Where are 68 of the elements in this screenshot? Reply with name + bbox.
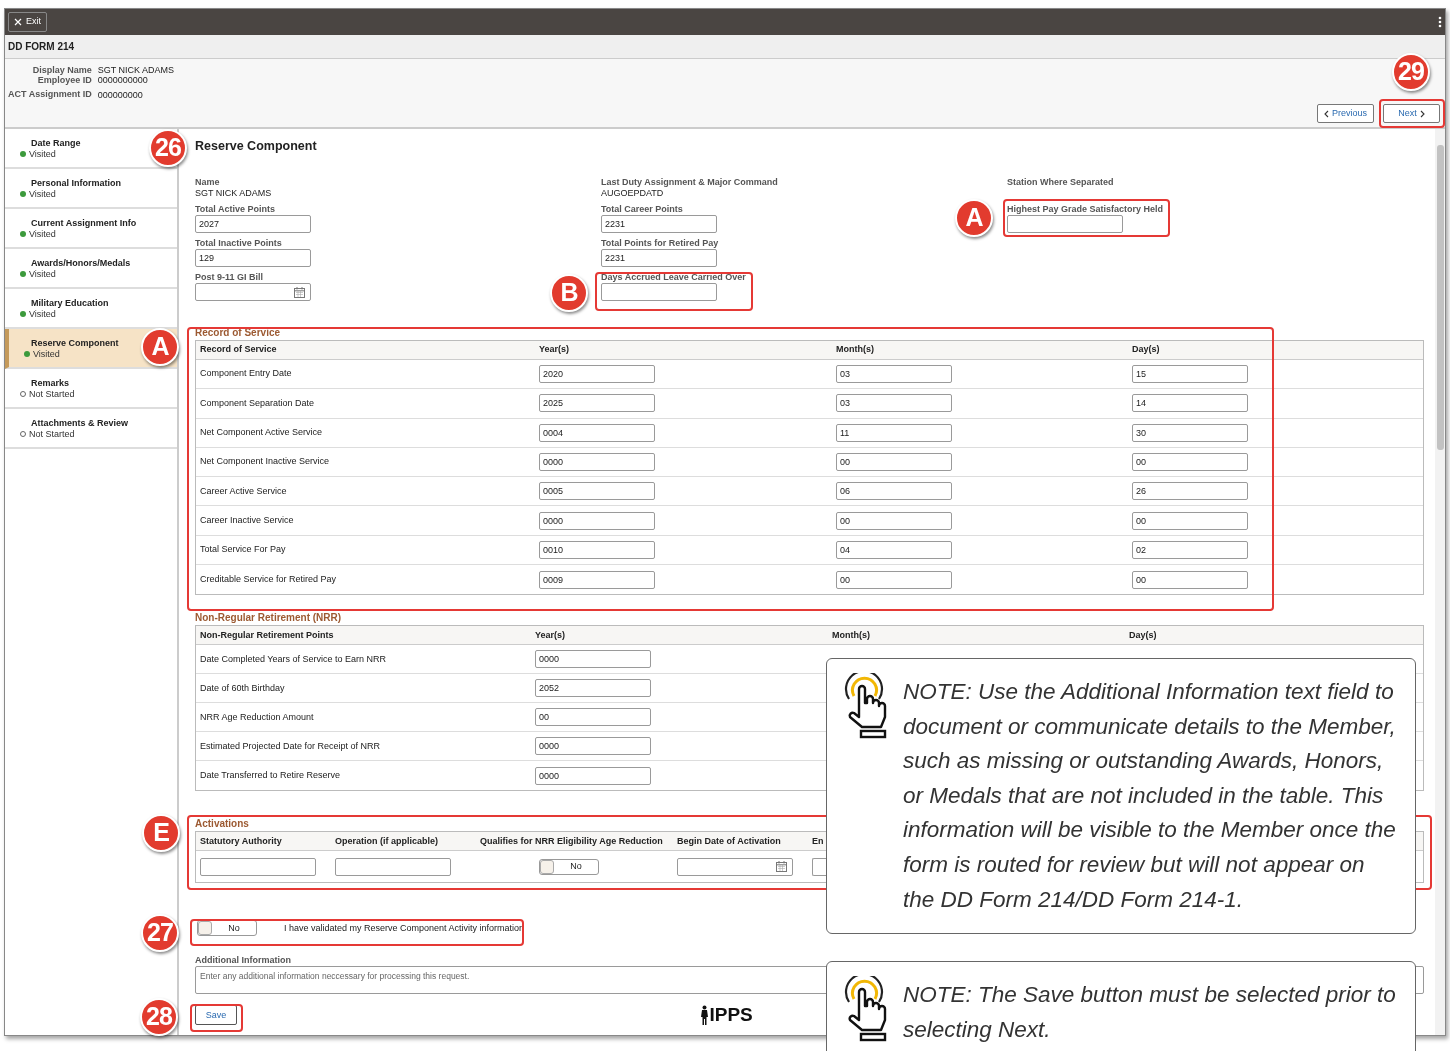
field-label: Total Inactive Points xyxy=(195,238,283,249)
row-label: Date Completed Years of Service to Earn NRR xyxy=(200,652,388,666)
row-label: Net Component Active Service xyxy=(200,426,324,439)
column-header: Month(s) xyxy=(836,343,875,357)
field-label: Days Accrued Leave Carried Over xyxy=(601,272,747,283)
row-label: NRR Age Reduction Amount xyxy=(200,710,315,724)
sidebar-item-title: Current Assignment Info xyxy=(31,217,137,229)
row-label: Net Component Inactive Service xyxy=(200,455,331,469)
column-header: Year(s) xyxy=(539,343,571,357)
sidebar-item-title: Military Education xyxy=(31,297,109,309)
status-text: Visited xyxy=(29,268,56,279)
employee-value: 000000000 xyxy=(97,90,144,100)
section-heading: Activations xyxy=(195,818,249,831)
row-label: Date Transferred to Retire Reserve xyxy=(200,769,342,783)
row-label: Date of 60th Birthday xyxy=(200,681,286,695)
status-text: Not Started xyxy=(29,428,75,439)
employee-value: SGT NICK ADAMS xyxy=(97,65,175,75)
column-header: Begin Date of Activation xyxy=(677,834,781,848)
column-header: Day(s) xyxy=(1132,343,1161,357)
column-header: Day(s) xyxy=(1129,628,1158,642)
note-text: NOTE: Use the Additional Information text field to document or communicate details to the Member, such as missing or outstanding Awards, Honors, or Medals that are not included in the table. This information will be visible to the Member once the form is routed for review but will not appear on the DD Form 214/DD Form 214-1. xyxy=(903,678,1397,914)
field-label: Highest Pay Grade Satisfactory Held xyxy=(1007,204,1165,215)
row-label: Creditable Service for Retired Pay xyxy=(200,572,338,586)
field-value: SGT NICK ADAMS xyxy=(195,188,273,199)
field-label: Additional Information xyxy=(195,955,292,967)
row-label: Total Service For Pay xyxy=(200,543,287,557)
sidebar-item-title: Remarks xyxy=(31,377,70,389)
status-text: Visited xyxy=(29,228,56,239)
column-header: Statutory Authority xyxy=(200,834,282,848)
column-header: Year(s) xyxy=(535,628,567,642)
sidebar-item-title: Personal Information xyxy=(31,177,121,189)
field-label: Name xyxy=(195,177,221,188)
sidebar-item-title: Awards/Honors/Medals xyxy=(31,257,131,269)
column-header: Non-Regular Retirement Points xyxy=(200,628,335,642)
status-text: Visited xyxy=(33,348,60,359)
column-header: En xyxy=(812,834,824,848)
field-value: AUGOEPDATD xyxy=(601,188,665,199)
field-label: Total Points for Retired Pay xyxy=(601,238,720,249)
row-label: Career Inactive Service xyxy=(200,513,295,527)
status-text: Visited xyxy=(29,308,56,319)
column-header: Month(s) xyxy=(832,628,871,642)
employee-label: ACT Assignment ID xyxy=(8,89,92,100)
row-label: Component Separation Date xyxy=(200,396,316,410)
column-header: Operation (if applicable) xyxy=(335,834,438,848)
employee-label: Employee ID xyxy=(36,75,92,85)
row-label: Career Active Service xyxy=(200,484,288,498)
sidebar-item-title: Date Range xyxy=(31,137,81,149)
column-header: Record of Service xyxy=(200,343,278,357)
section-title: Reserve Component xyxy=(195,138,318,154)
column-header: Qualifies for NRR Eligibility Age Reduction xyxy=(480,834,663,848)
section-heading: Non-Regular Retirement (NRR) xyxy=(195,612,342,625)
employee-label: Display Name xyxy=(31,65,92,75)
status-text: Visited xyxy=(29,188,56,199)
sidebar-item-title: Attachments & Review xyxy=(31,417,129,429)
status-text: Visited xyxy=(29,148,56,159)
field-label: Station Where Separated xyxy=(1007,177,1115,188)
logo-text: IPPS xyxy=(709,1005,753,1026)
field-label: Last Duty Assignment & Major Command xyxy=(601,177,779,188)
field-label: Total Career Points xyxy=(601,204,684,215)
row-label: Estimated Projected Date for Receipt of NRR xyxy=(200,739,382,753)
status-text: Not Started xyxy=(29,388,75,399)
employee-value: 0000000000 xyxy=(97,75,149,85)
field-label: Total Active Points xyxy=(195,204,276,215)
form-title: DD FORM 214 xyxy=(8,40,75,54)
row-label: Component Entry Date xyxy=(200,367,293,381)
field-label: Post 9-11 GI Bill xyxy=(195,272,265,283)
sidebar-item-title: Reserve Component xyxy=(31,337,119,349)
validation-statement: I have validated my Reserve Component Activity information xyxy=(284,921,525,935)
